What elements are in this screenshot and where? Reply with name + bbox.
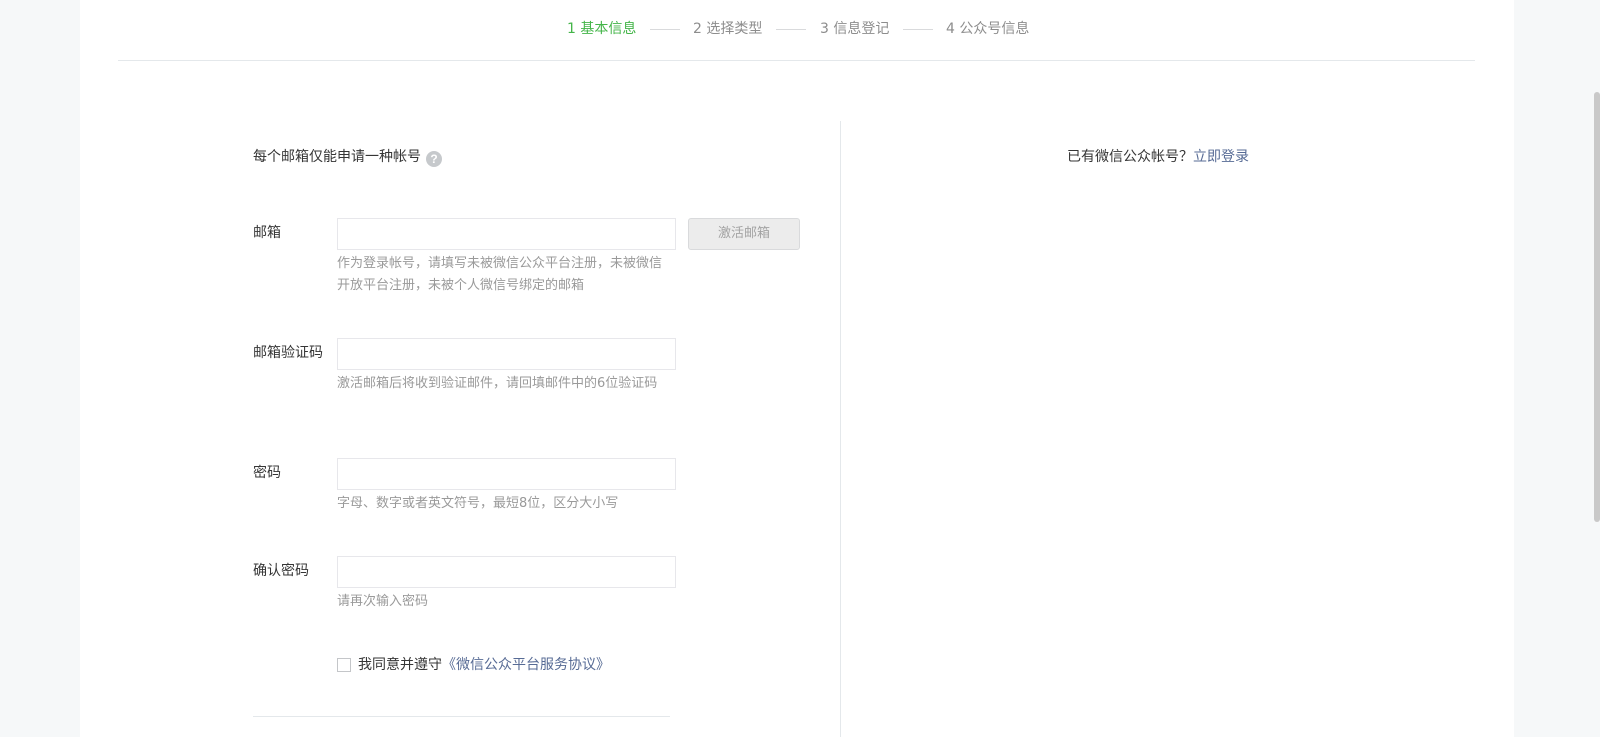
step-connector (650, 29, 680, 30)
step-bar: 1 基本信息 2 选择类型 3 信息登记 4 公众号信息 (80, 18, 1514, 40)
form-bottom-divider (253, 716, 670, 717)
column-divider (840, 121, 841, 737)
step-connector (903, 29, 933, 30)
password-label: 密码 (253, 465, 281, 481)
password-tip: 字母、数字或者英文符号，最短8位，区分大小写 (337, 496, 619, 511)
confirm-password-input[interactable] (337, 556, 676, 588)
login-hint-text: 已有微信公众帐号？ (1067, 149, 1193, 165)
step-info-register: 3 信息登记 (820, 21, 890, 37)
activate-email-button[interactable]: 激活邮箱 (688, 218, 800, 250)
login-link[interactable]: 立即登录 (1193, 149, 1249, 165)
login-hint: 已有微信公众帐号？立即登录 (1067, 146, 1249, 168)
scrollbar-thumb[interactable] (1594, 92, 1600, 522)
service-agreement-link[interactable]: 《微信公众平台服务协议》 (442, 657, 610, 673)
verification-code-input[interactable] (337, 338, 676, 370)
agreement-text: 我同意并遵守 (358, 657, 442, 673)
confirm-password-label: 确认密码 (253, 563, 309, 579)
header-divider (118, 60, 1475, 61)
step-basic-info: 1 基本信息 (567, 21, 637, 37)
verification-code-label: 邮箱验证码 (253, 345, 323, 361)
step-select-type: 2 选择类型 (693, 21, 763, 37)
password-input[interactable] (337, 458, 676, 490)
register-card: 1 基本信息 2 选择类型 3 信息登记 4 公众号信息 每个邮箱仅能申请一种帐… (80, 0, 1514, 737)
step-connector (776, 29, 806, 30)
agree-checkbox[interactable] (337, 658, 351, 672)
verification-code-tip: 激活邮箱后将收到验证邮件，请回填邮件中的6位验证码 (337, 376, 658, 391)
email-notice-text: 每个邮箱仅能申请一种帐号 (253, 149, 421, 165)
email-tip: 作为登录帐号，请填写未被微信公众平台注册，未被微信开放平台注册，未被个人微信号绑… (337, 256, 663, 293)
scrollbar-track[interactable] (1594, 0, 1600, 737)
email-label: 邮箱 (253, 225, 281, 241)
confirm-password-tip: 请再次输入密码 (337, 594, 429, 609)
agreement-row: 我同意并遵守《微信公众平台服务协议》 (337, 655, 610, 675)
email-notice: 每个邮箱仅能申请一种帐号? (253, 146, 442, 168)
help-icon[interactable]: ? (426, 151, 442, 167)
step-account-info: 4 公众号信息 (946, 21, 1030, 37)
email-input[interactable] (337, 218, 676, 250)
